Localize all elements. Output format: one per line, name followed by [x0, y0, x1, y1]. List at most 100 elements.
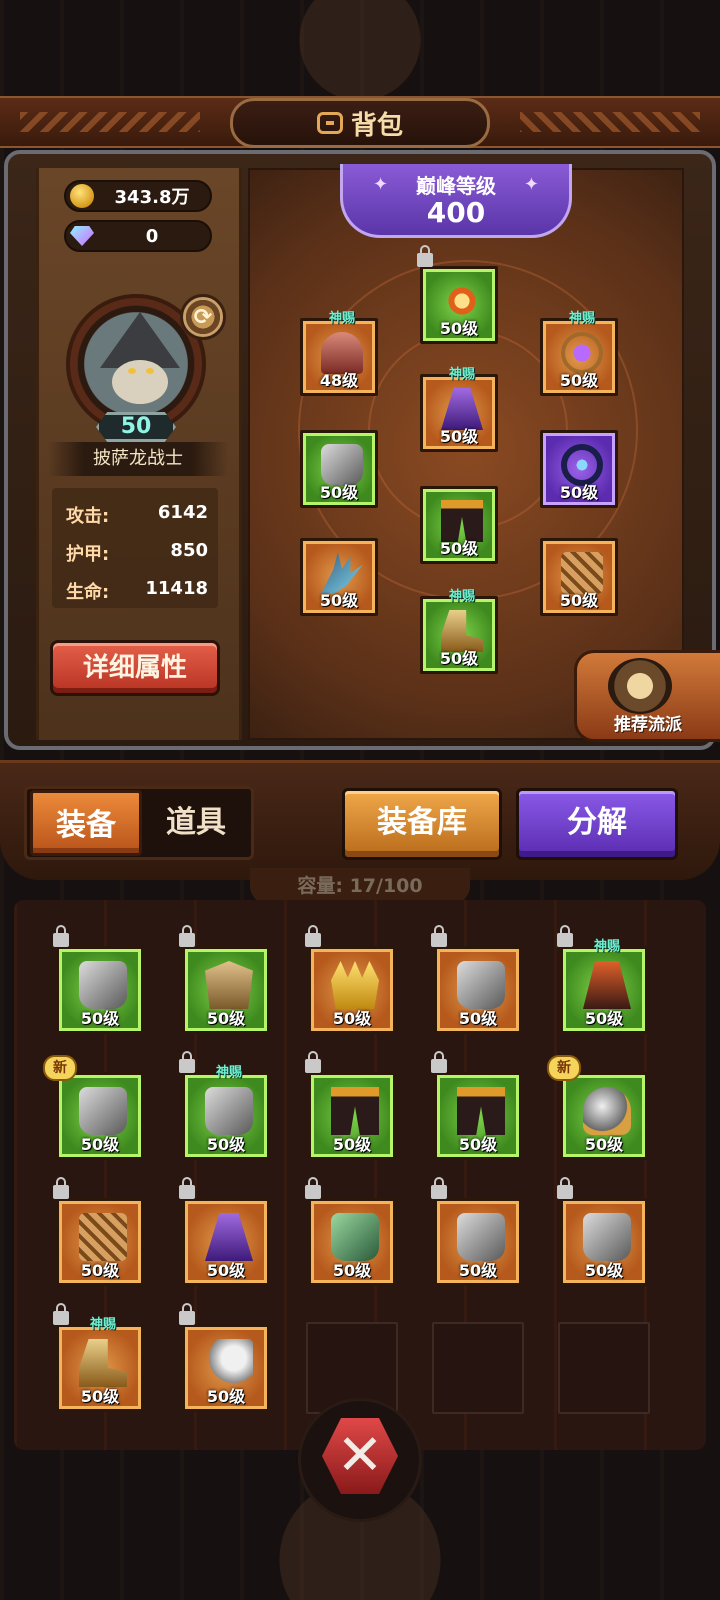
item-level: 50级 [319, 483, 359, 502]
title-plate: 背包 [230, 98, 490, 148]
equipped-slot[interactable]: 50级 神赐 [420, 589, 498, 674]
empty-inventory-slot[interactable] [432, 1322, 524, 1414]
wing-icon [205, 1339, 253, 1387]
lock-icon [53, 925, 69, 947]
divine-tag: 神赐 [568, 311, 595, 326]
divine-tag: 神赐 [328, 311, 355, 326]
item-level: 50级 [584, 1135, 624, 1154]
inventory-item[interactable]: 50级 [305, 1177, 396, 1286]
item-level: 50级 [458, 1135, 498, 1154]
equipped-slot[interactable]: 50级 [300, 538, 378, 616]
peak-level-banner: ✦ ✦ 巅峰等级 400 [340, 164, 572, 238]
tab-items[interactable]: 道具 [140, 790, 252, 856]
lock-icon [557, 925, 573, 947]
item-level: 50级 [206, 1261, 246, 1280]
equipped-slot[interactable]: 50级 神赐 [420, 367, 498, 452]
divine-tag: 神赐 [593, 939, 620, 954]
new-badge: 新 [547, 1055, 581, 1081]
thumbs-up-icon [608, 658, 672, 714]
inventory-item[interactable]: 50级 神赐 [179, 1051, 270, 1160]
stats-box: 攻击: 6142 护甲: 850 生命: 11418 [52, 488, 218, 608]
item-level: 50级 [80, 1135, 120, 1154]
green-gauntlet-icon [331, 1213, 379, 1261]
gauntlet-icon [583, 1213, 631, 1261]
stat-value: 6142 [157, 502, 208, 523]
inventory-item[interactable]: 50级 [179, 1303, 270, 1412]
inventory-item[interactable]: 50级 [53, 1177, 144, 1286]
detail-attributes-button[interactable]: 详细属性 [50, 640, 220, 696]
item-level: 50级 [80, 1387, 120, 1406]
item-level: 50级 [559, 483, 599, 502]
lock-icon [305, 1051, 321, 1073]
shoulder-armor-icon [583, 1087, 631, 1135]
item-level: 50级 [332, 1261, 372, 1280]
decompose-button[interactable]: 分解 [516, 788, 678, 860]
inventory-item[interactable]: 50级 新 [43, 1055, 144, 1160]
inventory-item[interactable]: 50级 [305, 925, 396, 1034]
tab-equipment[interactable]: 装备 [30, 790, 142, 856]
leg-armor-icon [331, 1087, 379, 1135]
item-level: 50级 [584, 1261, 624, 1280]
item-level: 50级 [332, 1135, 372, 1154]
refresh-icon: ⟳ [193, 304, 213, 330]
lock-icon [305, 925, 321, 947]
stat-attack: 攻击: 6142 [66, 502, 208, 532]
gold-coin-icon [70, 184, 94, 208]
stat-value: 11418 [145, 578, 208, 599]
inventory-item[interactable]: 50级 [53, 925, 144, 1034]
item-level: 50级 [206, 1387, 246, 1406]
inventory-item[interactable]: 50级 [431, 925, 522, 1034]
inventory-item[interactable]: 50级 [179, 925, 270, 1034]
hero-level-badge: 50 [96, 412, 176, 442]
divine-tag: 神赐 [448, 367, 475, 382]
bracer-icon [79, 1213, 127, 1261]
item-level: 50级 [332, 1009, 372, 1028]
inventory-item[interactable]: 50级 [557, 1177, 648, 1286]
boots-icon [79, 1339, 127, 1387]
armory-button[interactable]: 装备库 [342, 788, 502, 860]
inventory-item[interactable]: 50级 [305, 1051, 396, 1160]
backpack-icon [316, 112, 343, 134]
equipped-slot[interactable]: 50级 [300, 430, 378, 508]
equipped-slot[interactable]: 50级 [417, 245, 498, 344]
gauntlet-icon [205, 1087, 253, 1135]
gauntlet-icon [79, 1087, 127, 1135]
page-title: 背包 [350, 110, 403, 141]
leg-armor-icon [457, 1087, 505, 1135]
lock-icon [179, 1177, 195, 1199]
gauntlet-icon [79, 961, 127, 1009]
inventory-item[interactable]: 50级 [431, 1177, 522, 1286]
inventory-item[interactable]: 50级 [431, 1051, 522, 1160]
lock-icon [431, 1177, 447, 1199]
lock-icon [53, 1177, 69, 1199]
item-level: 50级 [584, 1009, 624, 1028]
lock-icon [179, 1051, 195, 1073]
switch-hero-button[interactable]: ⟳ [180, 294, 226, 340]
robe-icon [583, 961, 631, 1009]
item-level: 50级 [458, 1261, 498, 1280]
equipped-slot[interactable]: 50级 [540, 538, 618, 616]
lock-icon [53, 1303, 69, 1325]
equipped-slot[interactable]: 50级 神赐 [540, 311, 618, 396]
inventory-item[interactable]: 50级 神赐 [53, 1303, 144, 1412]
inventory-item[interactable]: 50级 [179, 1177, 270, 1286]
item-level: 50级 [439, 319, 479, 338]
star-icon: ✦ [373, 174, 389, 195]
equipped-slot[interactable]: 48级 神赐 [300, 311, 378, 396]
lock-icon [305, 1177, 321, 1199]
equipped-slot[interactable]: 50级 [420, 486, 498, 564]
equipped-slot[interactable]: 50级 [540, 430, 618, 508]
cape-icon [205, 1213, 253, 1261]
gem-counter: 0 [64, 220, 212, 252]
item-level: 48级 [319, 371, 359, 390]
item-level: 50级 [319, 591, 359, 610]
empty-inventory-slot[interactable] [558, 1322, 650, 1414]
gauntlet-icon [457, 1213, 505, 1261]
item-level: 50级 [439, 539, 479, 558]
star-icon: ✦ [523, 174, 539, 195]
lock-icon [179, 925, 195, 947]
divine-tag: 神赐 [448, 589, 475, 604]
inventory-item[interactable]: 50级 新 [547, 1055, 648, 1160]
divine-tag: 神赐 [89, 1317, 116, 1332]
inventory-item[interactable]: 50级 神赐 [557, 925, 648, 1034]
